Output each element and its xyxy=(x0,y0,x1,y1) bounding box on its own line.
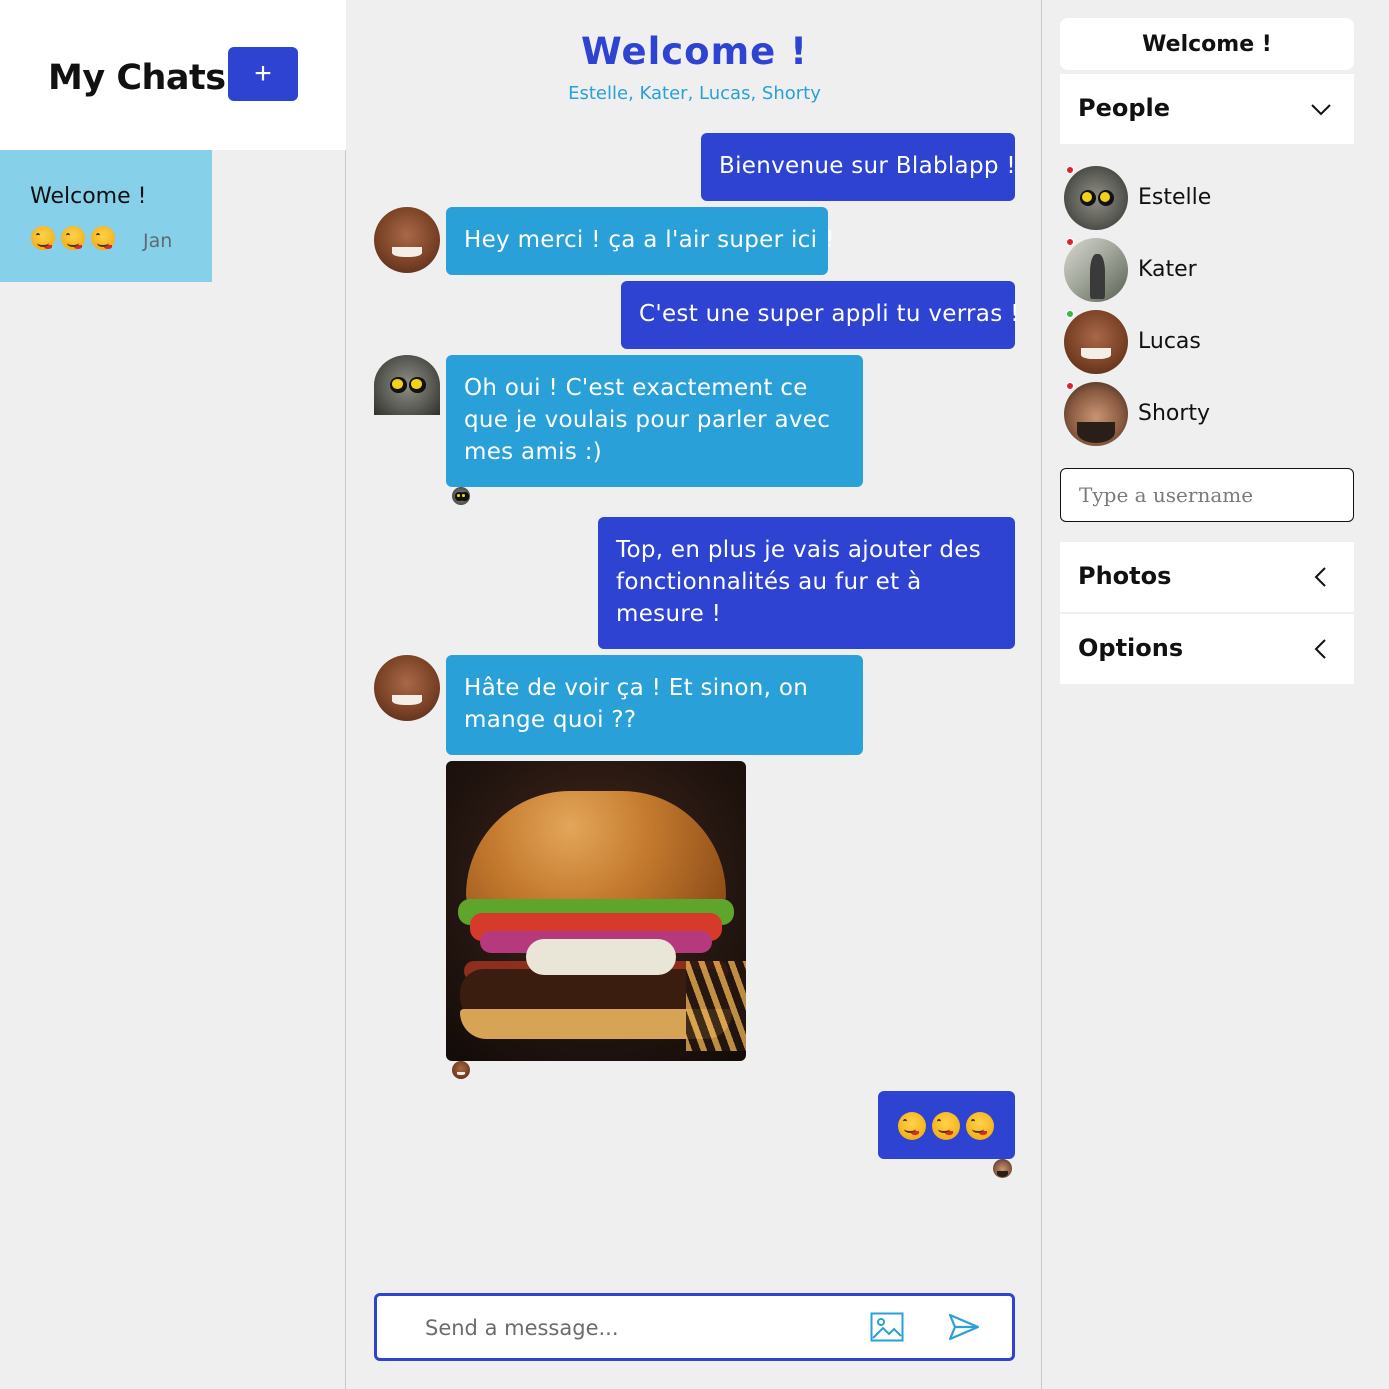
status-dot-offline xyxy=(1066,382,1074,390)
people-label: People xyxy=(1078,94,1171,122)
person-name: Shorty xyxy=(1138,401,1211,426)
chat-item-date: Jan xyxy=(143,230,173,252)
message-bubble-sent: Top, en plus je vais ajouter des fonctio… xyxy=(598,517,1015,649)
face-savoring-food-icon xyxy=(61,226,85,250)
chevron-left-icon xyxy=(1314,567,1326,587)
avatar-shorty xyxy=(1064,382,1128,446)
image-icon xyxy=(870,1312,904,1342)
add-username-input[interactable] xyxy=(1060,468,1354,522)
photos-section-toggle[interactable]: Photos xyxy=(1060,542,1354,612)
burger-cheese xyxy=(526,939,676,975)
person-name: Lucas xyxy=(1138,329,1201,354)
avatar-estelle xyxy=(374,355,440,415)
burger-photo[interactable] xyxy=(446,761,746,1061)
message-bubble-received: Oh oui ! C'est exactement ce que je voul… xyxy=(446,355,863,487)
chevron-down-icon xyxy=(1311,104,1331,116)
person-shorty[interactable]: Shorty xyxy=(1060,380,1354,448)
send-button[interactable] xyxy=(947,1310,983,1346)
chats-sidebar: My Chats + Welcome ! Jan xyxy=(0,0,346,1389)
person-name: Kater xyxy=(1138,257,1197,282)
avatar-estelle xyxy=(1064,166,1128,230)
avatar-kater xyxy=(1064,238,1128,302)
chats-title: My Chats xyxy=(48,58,226,98)
status-dot-offline xyxy=(1066,166,1074,174)
avatar-lucas xyxy=(374,655,440,721)
options-section-toggle[interactable]: Options xyxy=(1060,614,1354,684)
chat-item-preview xyxy=(31,226,115,250)
chat-details-panel: Welcome ! People Estelle Kater Lucas Sho… xyxy=(1043,0,1389,1389)
options-label: Options xyxy=(1078,634,1184,662)
person-lucas[interactable]: Lucas xyxy=(1060,308,1354,376)
chat-item-title: Welcome ! xyxy=(30,184,147,209)
read-receipt-avatar-lucas xyxy=(452,1061,470,1079)
message-bubble-received: Hey merci ! ça a l'air super ici ! xyxy=(446,207,834,275)
message-bubble-sent: C'est une super appli tu verras ! xyxy=(621,281,1019,349)
status-dot-online xyxy=(1066,310,1074,318)
send-icon xyxy=(948,1313,980,1341)
avatar-lucas xyxy=(1064,310,1128,374)
message-input[interactable] xyxy=(425,1310,865,1346)
details-title: Welcome ! xyxy=(1060,18,1354,70)
burger-fries xyxy=(686,961,746,1051)
face-savoring-food-icon xyxy=(966,1112,994,1140)
chat-list-item-welcome[interactable]: Welcome ! Jan xyxy=(0,150,212,282)
chats-header: My Chats + xyxy=(0,0,346,150)
message-bubble-sent: Bienvenue sur Blablapp ! xyxy=(701,133,1016,201)
chat-members: Estelle, Kater, Lucas, Shorty xyxy=(568,83,821,104)
photos-label: Photos xyxy=(1078,562,1172,590)
message-bubble-sent-emojis xyxy=(878,1091,1015,1159)
burger-bun-top xyxy=(466,791,726,911)
avatar-lucas xyxy=(374,207,440,273)
read-receipt-avatar-estelle xyxy=(452,487,470,505)
chat-title: Welcome ! xyxy=(580,30,809,73)
face-savoring-food-icon xyxy=(898,1112,926,1140)
face-savoring-food-icon xyxy=(31,226,55,250)
message-bubble-received: Hâte de voir ça ! Et sinon, on mange quo… xyxy=(446,655,863,755)
message-composer xyxy=(374,1293,1015,1361)
chat-feed: Welcome ! Estelle, Kater, Lucas, Shorty … xyxy=(347,0,1042,1389)
chevron-left-icon xyxy=(1314,639,1326,659)
person-kater[interactable]: Kater xyxy=(1060,236,1354,304)
read-receipt-avatar-shorty xyxy=(993,1159,1012,1178)
new-chat-button[interactable]: + xyxy=(228,47,298,101)
status-dot-offline xyxy=(1066,238,1074,246)
plus-icon: + xyxy=(254,57,272,90)
person-estelle[interactable]: Estelle xyxy=(1060,164,1354,232)
face-savoring-food-icon xyxy=(91,226,115,250)
image-upload-button[interactable] xyxy=(870,1312,906,1344)
person-name: Estelle xyxy=(1138,185,1212,210)
face-savoring-food-icon xyxy=(932,1112,960,1140)
people-section-toggle[interactable]: People xyxy=(1060,74,1354,144)
